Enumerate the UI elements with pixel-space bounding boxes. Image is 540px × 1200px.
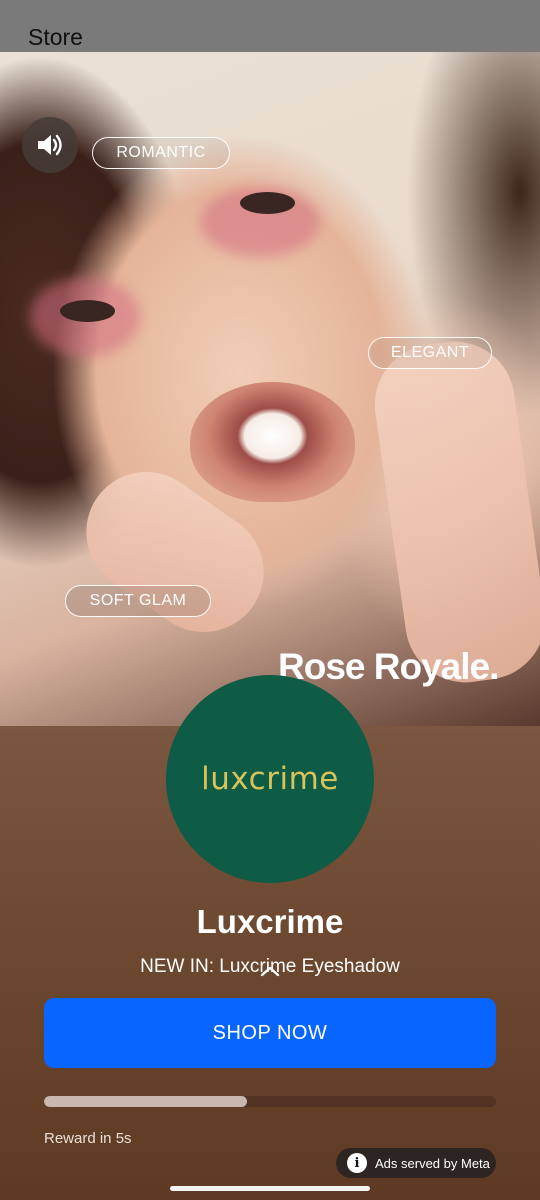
ad-hero-image[interactable]: [0, 52, 540, 726]
chevron-up-icon[interactable]: [259, 964, 281, 978]
logo-wordmark: luxcrime: [201, 761, 339, 797]
shop-now-button[interactable]: SHOP NOW: [44, 998, 496, 1068]
tag-elegant: ELEGANT: [368, 337, 492, 369]
info-icon: i: [347, 1153, 367, 1173]
speaker-volume-icon: [38, 134, 62, 156]
reward-countdown: Reward in 5s: [44, 1130, 132, 1147]
ads-served-by-meta-badge[interactable]: i Ads served by Meta: [336, 1148, 496, 1178]
advertiser-name: Luxcrime: [196, 903, 344, 940]
home-indicator[interactable]: [170, 1186, 370, 1191]
ads-served-by-label: Ads served by Meta: [375, 1155, 490, 1171]
advertiser-logo[interactable]: luxcrime: [166, 675, 374, 883]
page-title: Store: [28, 24, 83, 50]
eye-decoration: [240, 192, 295, 214]
reward-progress-bar: [44, 1096, 496, 1107]
hand-decoration: [367, 333, 540, 691]
product-tagline: Rose Royale.: [278, 646, 499, 687]
lips-decoration: [190, 382, 355, 502]
reward-progress-fill: [44, 1096, 248, 1107]
tag-romantic: ROMANTIC: [92, 137, 230, 169]
eye-decoration: [60, 300, 115, 322]
sound-toggle-button[interactable]: [22, 117, 78, 173]
tag-soft-glam: SOFT GLAM: [65, 585, 211, 617]
